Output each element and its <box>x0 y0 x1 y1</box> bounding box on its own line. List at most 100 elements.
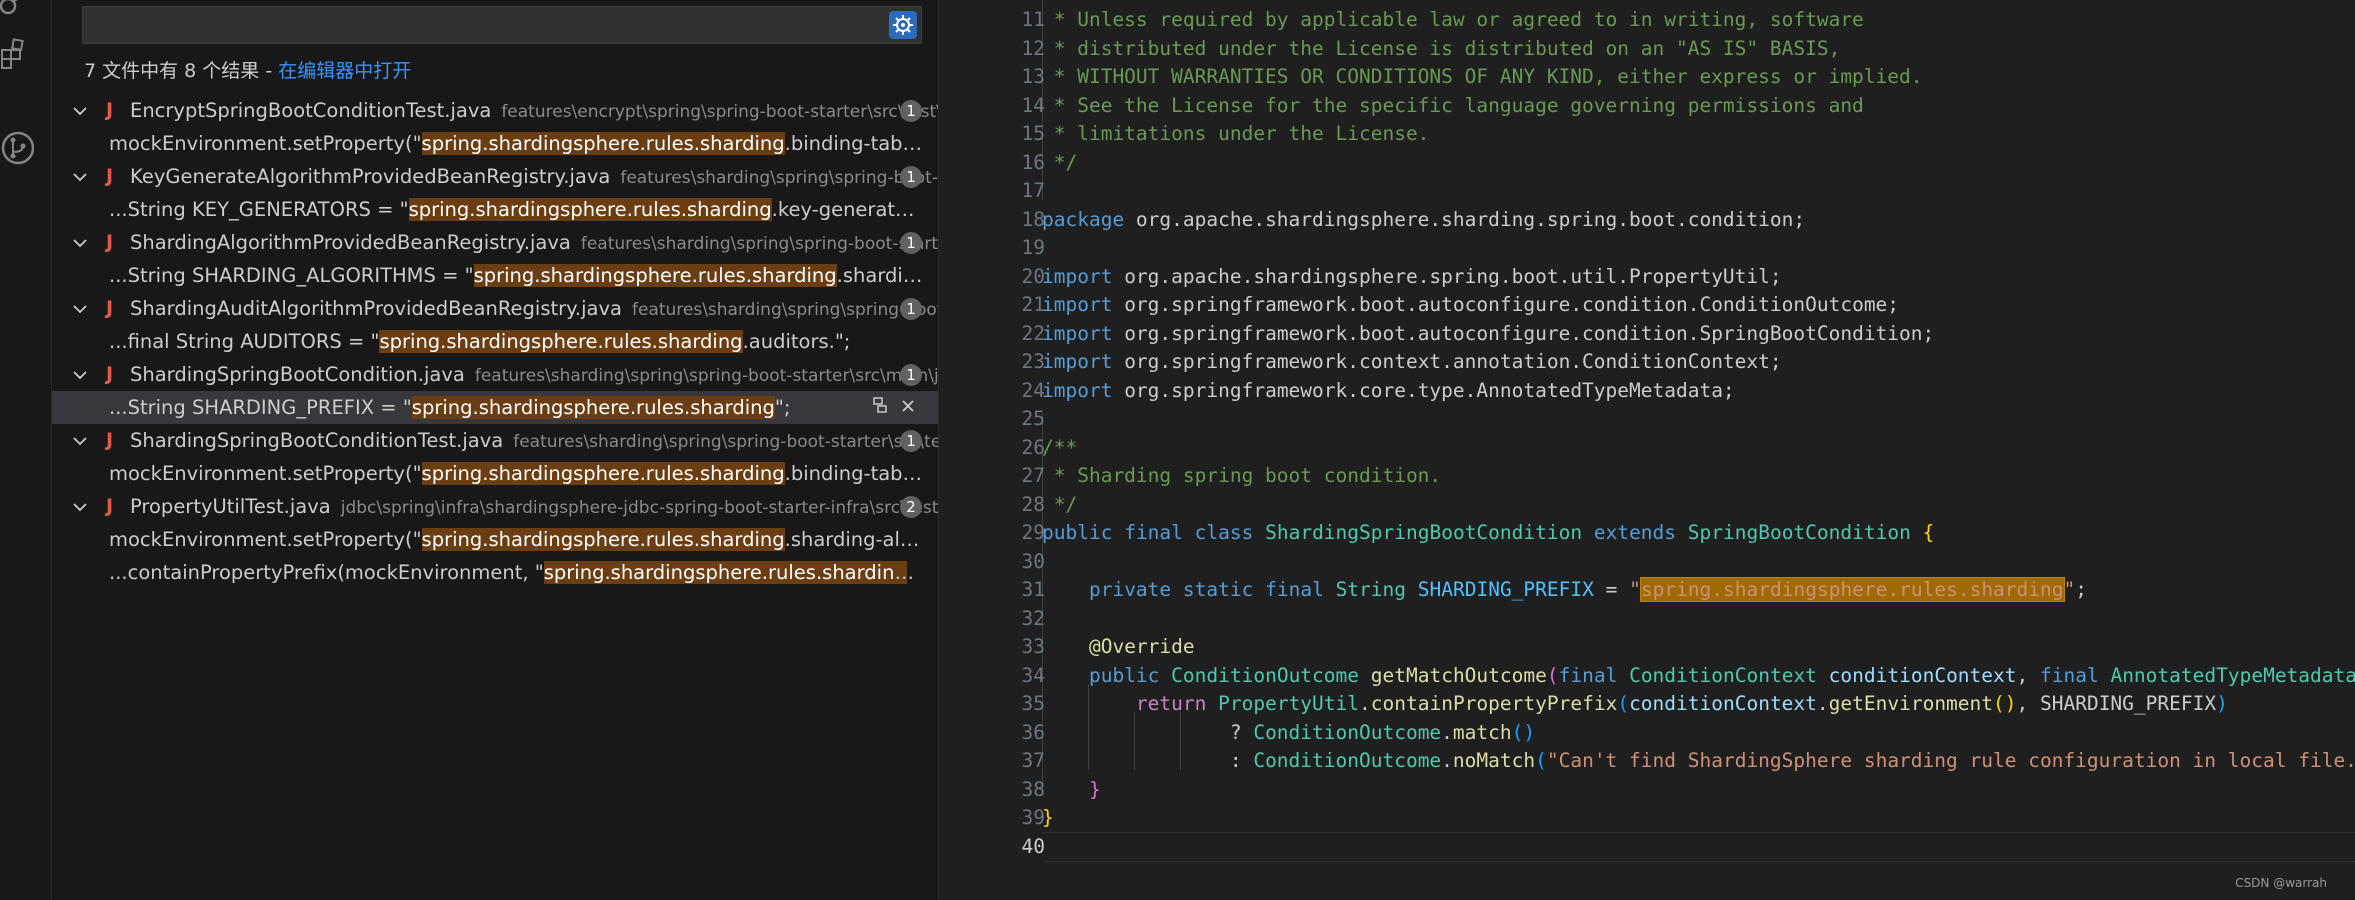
file-name: KeyGenerateAlgorithmProvidedBeanRegistry… <box>130 165 611 188</box>
match-suffix: .binding-tables", "t_order"); <box>784 132 924 155</box>
line-number: 25 <box>1021 407 1045 430</box>
line-number: 31 <box>1021 578 1045 601</box>
code-editor[interactable]: 11 * Unless required by applicable law o… <box>939 0 2355 900</box>
result-match-row[interactable]: mockEnvironment.setProperty("spring.shar… <box>52 127 938 160</box>
match-highlight: spring.shardingsphere.rules.sharding <box>411 396 775 419</box>
match-text: ...String KEY_GENERATORS = "spring.shard… <box>109 193 924 226</box>
code-line: 29 public final class ShardingSpringBootC… <box>939 519 2355 548</box>
result-file-row[interactable]: J KeyGenerateAlgorithmProvidedBeanRegistr… <box>52 160 938 193</box>
code-text: * WITHOUT WARRANTIES OR CONDITIONS OF AN… <box>1042 65 1923 88</box>
match-highlight: spring.shardingsphere.rules.sharding <box>408 198 772 221</box>
result-file-row[interactable]: J ShardingSpringBootCondition.java feature… <box>52 358 938 391</box>
replace-icon[interactable] <box>872 391 888 424</box>
chevron-down-icon[interactable] <box>72 226 88 259</box>
file-path: jdbc\spring\infra\shardingsphere-jdbc-sp… <box>340 498 938 518</box>
match-suffix: .sharding-algorithm... <box>836 264 924 287</box>
code-line: 36 ? ConditionOutcome.match() <box>939 719 2355 748</box>
code-text: * Sharding spring boot condition. <box>1042 464 1442 487</box>
line-number: 21 <box>1021 293 1045 316</box>
code-text: * Unless required by applicable law or a… <box>1042 8 1864 31</box>
java-file-icon: J <box>106 231 114 253</box>
result-file-row[interactable]: J EncryptSpringBootConditionTest.java feat… <box>52 94 938 127</box>
result-match-row[interactable]: ...String SHARDING_PREFIX = "spring.shar… <box>52 391 938 424</box>
result-file-row[interactable]: J ShardingAlgorithmProvidedBeanRegistry.j… <box>52 226 938 259</box>
result-file-name: PropertyUtilTest.java jdbc\spring\infra\s… <box>130 490 938 523</box>
line-number: 24 <box>1021 378 1045 402</box>
line-number: 35 <box>1021 692 1045 715</box>
code-text: import org.springframework.core.type.Ann… <box>1042 378 1735 402</box>
match-text: ...containPropertyPrefix(mockEnvironment… <box>109 556 924 589</box>
chevron-down-icon[interactable] <box>72 358 88 391</box>
line-number: 17 <box>1021 179 1045 202</box>
code-line: 37 : ConditionOutcome.noMatch("Can't fin… <box>939 747 2355 776</box>
code-line: 16 */ <box>939 149 2355 178</box>
match-prefix: mockEnvironment.setProperty(" <box>109 132 422 155</box>
result-file-row[interactable]: J ShardingAuditAlgorithmProvidedBeanRegis… <box>52 292 938 325</box>
line-number: 33 <box>1021 635 1045 658</box>
line-number: 15 <box>1021 122 1045 145</box>
match-count-badge: 1 <box>900 298 922 320</box>
match-count-badge: 1 <box>900 232 922 254</box>
line-number: 40 <box>1021 834 1045 858</box>
result-match-row[interactable]: mockEnvironment.setProperty("spring.shar… <box>52 523 938 556</box>
file-path: features\sharding\spring\spring-boot-sta… <box>620 168 938 188</box>
file-path: features\sharding\spring\spring-boot-sta… <box>580 234 938 254</box>
code-text: */ <box>1042 492 1078 516</box>
file-name: ShardingSpringBootConditionTest.java <box>130 429 504 452</box>
result-file-row[interactable]: J ShardingSpringBootConditionTest.java fea… <box>52 424 938 457</box>
file-name: PropertyUtilTest.java <box>130 495 331 518</box>
code-text: @Override <box>1088 635 1195 658</box>
source-control-icon[interactable] <box>0 128 35 168</box>
match-text: mockEnvironment.setProperty("spring.shar… <box>109 127 924 160</box>
search-icon[interactable] <box>0 0 34 40</box>
code-text: import org.springframework.context.annot… <box>1042 350 1782 373</box>
match-suffix: .binding-tables", "t_order"); <box>784 462 924 485</box>
file-name: ShardingSpringBootCondition.java <box>130 363 465 386</box>
match-suffix: .auditors."; <box>742 330 851 353</box>
line-number: 27 <box>1021 464 1045 487</box>
file-path: features\sharding\spring\spring-boot-sta… <box>474 366 938 386</box>
chevron-down-icon[interactable] <box>72 94 88 127</box>
chevron-down-icon[interactable] <box>72 490 88 523</box>
match-text: mockEnvironment.setProperty("spring.shar… <box>109 457 924 490</box>
line-number: 37 <box>1021 749 1045 772</box>
match-highlight: spring.shardingsphere.rules.sharding <box>473 264 837 287</box>
extensions-icon[interactable] <box>0 38 34 78</box>
match-prefix: ...String KEY_GENERATORS = " <box>109 198 409 221</box>
code-line: 32 <box>939 605 2355 634</box>
include-settings-icon[interactable] <box>889 11 917 39</box>
match-text: mockEnvironment.setProperty("spring.shar… <box>109 523 924 556</box>
code-text: * limitations under the License. <box>1042 122 1430 145</box>
match-prefix: mockEnvironment.setProperty(" <box>109 462 422 485</box>
line-number: 11 <box>1021 8 1045 31</box>
match-suffix: "; <box>774 396 791 419</box>
match-count-badge: 2 <box>900 496 922 518</box>
result-file-name: ShardingSpringBootCondition.java features… <box>130 358 938 391</box>
line-number: 20 <box>1021 264 1045 288</box>
chevron-down-icon[interactable] <box>72 424 88 457</box>
code-text: return PropertyUtil.containPropertyPrefi… <box>1135 692 2228 715</box>
line-number: 39 <box>1021 806 1045 829</box>
open-in-editor-link[interactable]: 在编辑器中打开 <box>278 60 411 82</box>
line-number: 38 <box>1021 777 1045 801</box>
result-match-row[interactable]: ...containPropertyPrefix(mockEnvironment… <box>52 556 938 589</box>
code-line: 24 import org.springframework.core.type.A… <box>939 377 2355 406</box>
line-number: 26 <box>1021 435 1045 459</box>
line-number: 30 <box>1021 549 1045 573</box>
search-summary: 7 文件中有 8 个结果 - 在编辑器中打开 <box>84 56 411 82</box>
chevron-down-icon[interactable] <box>72 160 88 193</box>
result-match-row[interactable]: mockEnvironment.setProperty("spring.shar… <box>52 457 938 490</box>
result-match-row[interactable]: ...String KEY_GENERATORS = "spring.shard… <box>52 193 938 226</box>
result-file-row[interactable]: J PropertyUtilTest.java jdbc\spring\infra\… <box>52 490 938 523</box>
code-line: 18 package org.apache.shardingsphere.shar… <box>939 206 2355 235</box>
match-suffix: .sharding-algorithms.table... <box>784 528 924 551</box>
chevron-down-icon[interactable] <box>72 292 88 325</box>
files-to-include-input[interactable] <box>82 6 922 44</box>
file-path: features\encrypt\spring\spring-boot-star… <box>501 102 938 122</box>
dismiss-icon[interactable] <box>900 391 916 424</box>
match-prefix: ...String SHARDING_PREFIX = " <box>109 396 412 419</box>
code-text: * distributed under the License is distr… <box>1042 36 1841 60</box>
result-match-row[interactable]: ...String SHARDING_ALGORITHMS = "spring.… <box>52 259 938 292</box>
result-match-row[interactable]: ...final String AUDITORS = "spring.shard… <box>52 325 938 358</box>
result-file-name: EncryptSpringBootConditionTest.java featu… <box>130 94 938 127</box>
